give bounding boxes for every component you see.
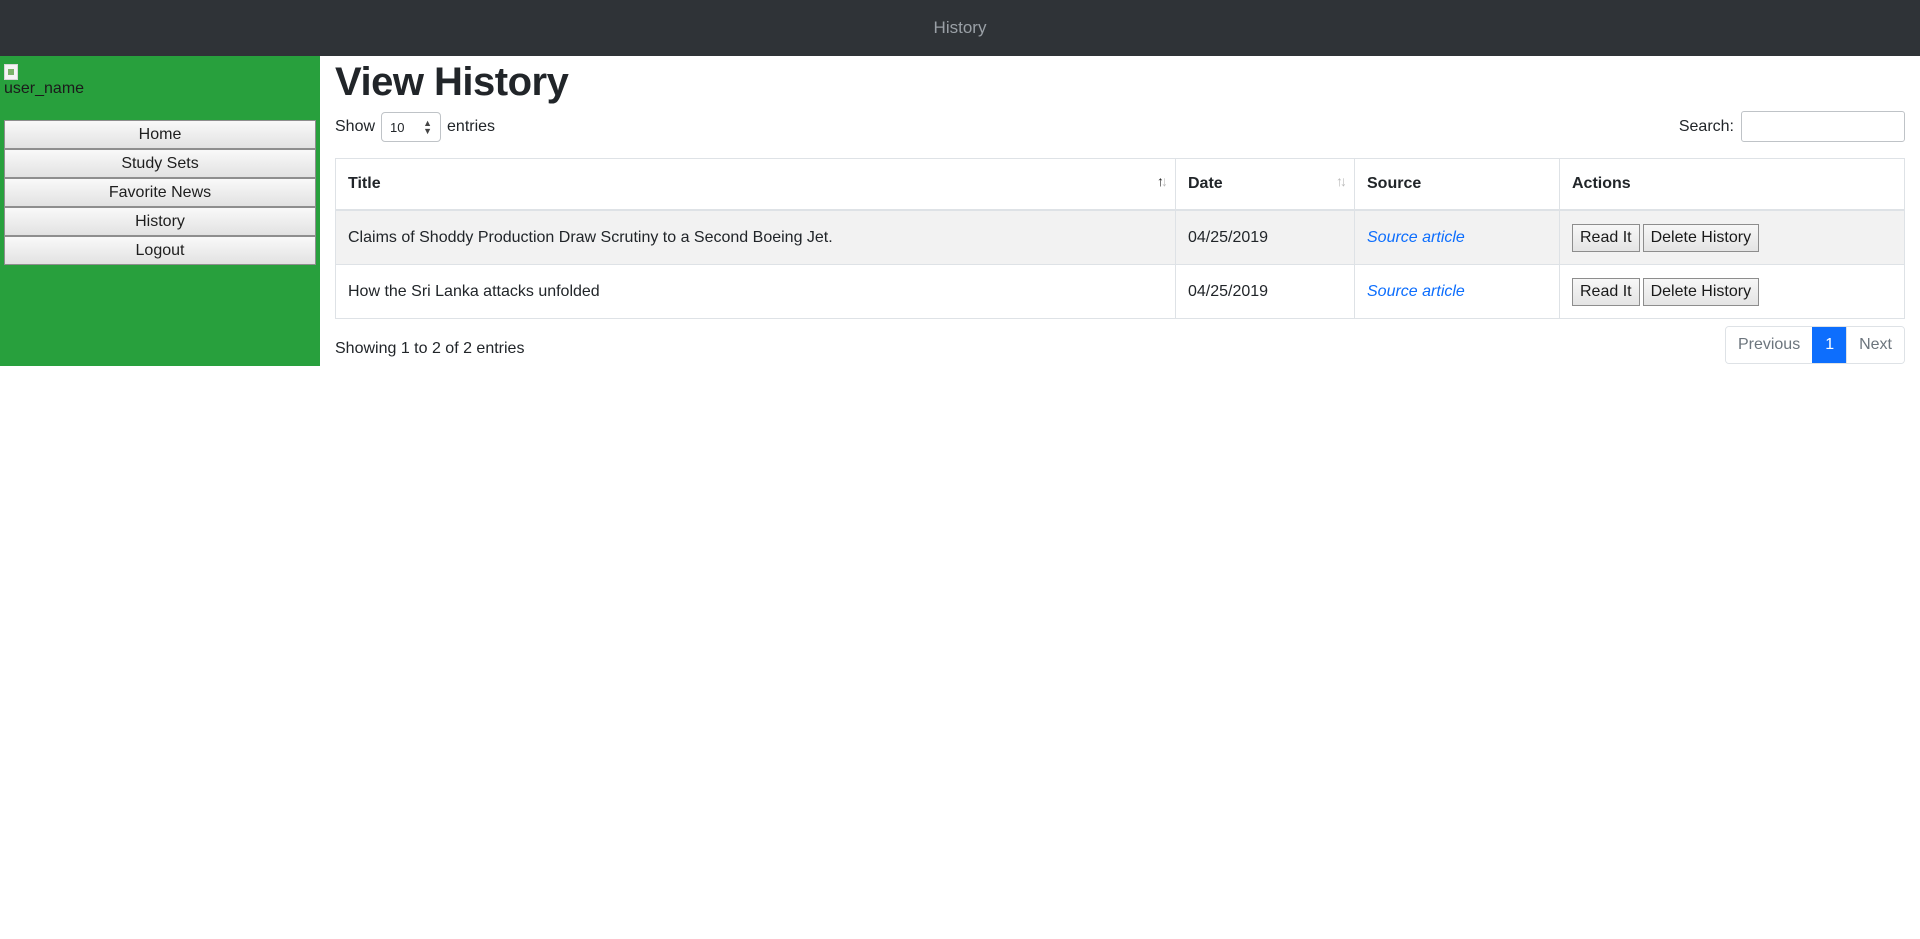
page-title: View History [335,60,569,104]
pagination-previous[interactable]: Previous [1725,327,1813,363]
table-row: Claims of Shoddy Production Draw Scrutin… [335,209,1905,265]
cell-source: Source article [1354,264,1560,319]
entries-label: entries [447,118,496,135]
entries-length-control: Show 10 ▲ ▼ entries [335,112,495,142]
sidebar: user_name Home Study Sets Favorite News … [0,56,320,366]
entries-select-value: 10 [390,119,405,135]
pagination: Previous 1 Next [1724,326,1905,364]
table-row: How the Sri Lanka attacks unfolded 04/25… [335,264,1905,319]
avatar: user_name [4,64,84,98]
pagination-page-1[interactable]: 1 [1812,327,1847,363]
up-down-caret-icon: ▲ ▼ [423,118,433,136]
sort-both-icon: ↑↓ [1336,173,1347,189]
source-article-link[interactable]: Source article [1367,283,1465,300]
cell-title: How the Sri Lanka attacks unfolded [335,264,1176,319]
delete-history-button[interactable]: Delete History [1642,277,1760,306]
column-header-actions: Actions [1559,158,1905,211]
delete-history-button[interactable]: Delete History [1642,223,1760,252]
top-navbar: History [0,0,1920,56]
source-article-link[interactable]: Source article [1367,229,1465,246]
table-header-row: Title ↑↓ Date ↑↓ Source Actions [335,158,1905,211]
navbar-title: History [933,18,987,37]
entries-select[interactable]: 10 ▲ ▼ [381,112,442,142]
sidebar-item-logout[interactable]: Logout [4,236,316,265]
cell-actions: Read It Delete History [1559,264,1905,319]
cell-actions: Read It Delete History [1559,209,1905,265]
search-input[interactable] [1741,111,1905,142]
column-header-date[interactable]: Date ↑↓ [1175,158,1355,211]
column-header-title[interactable]: Title ↑↓ [335,158,1176,211]
avatar-alt-text: user_name [4,80,85,97]
show-label: Show [335,118,376,135]
search-control: Search: [1679,111,1905,142]
read-it-button[interactable]: Read It [1572,223,1640,252]
cell-date: 04/25/2019 [1175,209,1355,265]
sidebar-nav: Home Study Sets Favorite News History Lo… [4,120,316,265]
pagination-next[interactable]: Next [1846,327,1904,363]
column-header-source: Source [1354,158,1560,211]
sort-ascending-icon: ↑↓ [1157,173,1168,189]
cell-source: Source article [1354,209,1560,265]
sidebar-item-favorite-news[interactable]: Favorite News [4,178,316,207]
table-info: Showing 1 to 2 of 2 entries [335,340,525,357]
broken-image-icon [4,64,18,80]
cell-title: Claims of Shoddy Production Draw Scrutin… [335,209,1176,265]
read-it-button[interactable]: Read It [1572,277,1640,306]
history-table: Title ↑↓ Date ↑↓ Source Actions Claims o… [335,158,1905,319]
sidebar-item-study-sets[interactable]: Study Sets [4,149,316,178]
sidebar-item-home[interactable]: Home [4,120,316,149]
sidebar-item-history[interactable]: History [4,207,316,236]
cell-date: 04/25/2019 [1175,264,1355,319]
search-label: Search: [1678,117,1734,135]
